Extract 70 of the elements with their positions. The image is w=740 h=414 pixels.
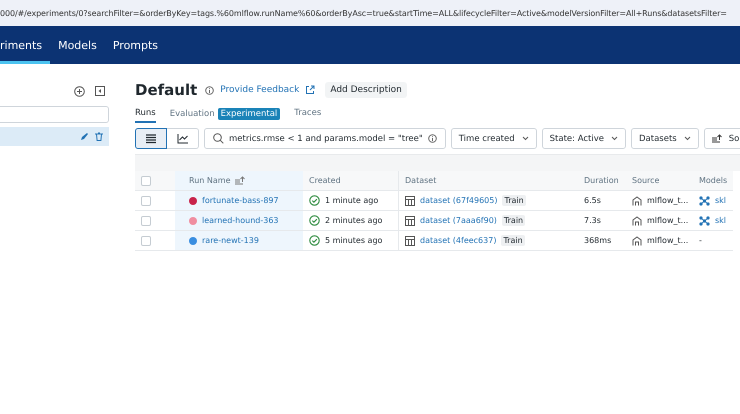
model-icon xyxy=(699,196,710,206)
created-time: 2 minutes ago xyxy=(325,216,382,225)
row-checkbox[interactable] xyxy=(141,216,151,226)
nav-tab[interactable]: Models xyxy=(50,26,105,64)
row-checkbox[interactable] xyxy=(141,196,151,206)
column-header: Run Name xyxy=(189,176,230,185)
edit-icon xyxy=(80,132,89,141)
check-circle-icon xyxy=(309,235,320,246)
created-time: 5 minutes ago xyxy=(325,236,382,245)
list-icon xyxy=(144,132,158,145)
model-link[interactable]: skl xyxy=(715,216,726,225)
search-icon xyxy=(213,133,224,144)
collapse-icon xyxy=(95,86,105,96)
add-description-button[interactable]: Add Description xyxy=(325,82,407,98)
dataset-tag: Train xyxy=(502,215,526,226)
model-icon xyxy=(699,216,710,226)
delete-icon xyxy=(95,132,103,141)
experiment-title: Default xyxy=(135,81,198,99)
chevron-down-icon xyxy=(522,136,529,141)
source-name: mlflow_t... xyxy=(647,236,688,245)
table-icon xyxy=(405,236,415,246)
chart-view-button[interactable] xyxy=(167,128,199,149)
filter-dropdown[interactable]: State: Active xyxy=(542,128,626,149)
sort-icon xyxy=(235,176,246,185)
column-header: Source xyxy=(632,176,660,185)
model-link[interactable]: skl xyxy=(715,196,726,205)
dataset-link[interactable]: dataset (4feec637) xyxy=(420,236,496,245)
sort-icon xyxy=(712,134,722,143)
source-name: mlflow_t... xyxy=(647,216,688,225)
dataset-link[interactable]: dataset (67f49605) xyxy=(420,196,498,205)
duration: 368ms xyxy=(584,236,612,245)
column-header: Duration xyxy=(584,176,619,185)
info-icon xyxy=(205,86,214,94)
check-circle-icon xyxy=(309,195,320,206)
chevron-down-icon xyxy=(611,136,618,141)
check-circle-icon xyxy=(309,215,320,226)
created-time: 1 minute ago xyxy=(325,196,378,205)
sort-button[interactable]: So xyxy=(704,128,740,149)
nav-tab[interactable]: riments xyxy=(0,26,50,64)
external-link-icon xyxy=(305,85,316,95)
tab[interactable]: Traces xyxy=(294,108,322,123)
info-icon xyxy=(428,134,437,143)
duration: 7.3s xyxy=(584,216,601,225)
search-field[interactable]: metrics.rmse < 1 and params.model = "tree" xyxy=(204,128,446,149)
chart-icon xyxy=(176,132,190,145)
dataset-link[interactable]: dataset (7aaa6f90) xyxy=(420,216,497,225)
feedback-link[interactable]: Provide Feedback xyxy=(220,85,300,95)
chevron-down-icon xyxy=(684,136,691,141)
tab[interactable]: Runs xyxy=(135,108,156,123)
table-icon xyxy=(405,196,415,206)
select-all-checkbox[interactable] xyxy=(141,176,151,186)
table-icon xyxy=(405,216,415,226)
tab-badge: Experimental xyxy=(218,108,280,120)
filter-dropdown[interactable]: Time created xyxy=(450,128,537,149)
column-header: Created xyxy=(309,176,341,185)
duration: 6.5s xyxy=(584,196,601,205)
model-link[interactable]: - xyxy=(699,236,702,245)
source-name: mlflow_t... xyxy=(647,196,688,205)
column-header: Models xyxy=(699,176,728,185)
add-icon xyxy=(74,86,85,96)
dataset-tag: Train xyxy=(501,235,525,246)
nav-tab[interactable]: Prompts xyxy=(104,26,166,64)
dataset-tag: Train xyxy=(502,195,526,206)
filter-dropdown[interactable]: Datasets xyxy=(631,128,699,149)
sidebar-item[interactable] xyxy=(0,127,109,146)
tab-label[interactable]: Evaluation xyxy=(170,109,215,119)
table-view-button[interactable] xyxy=(135,128,167,149)
row-checkbox[interactable] xyxy=(141,236,151,246)
column-header: Dataset xyxy=(405,176,436,185)
search-field[interactable] xyxy=(0,106,109,123)
